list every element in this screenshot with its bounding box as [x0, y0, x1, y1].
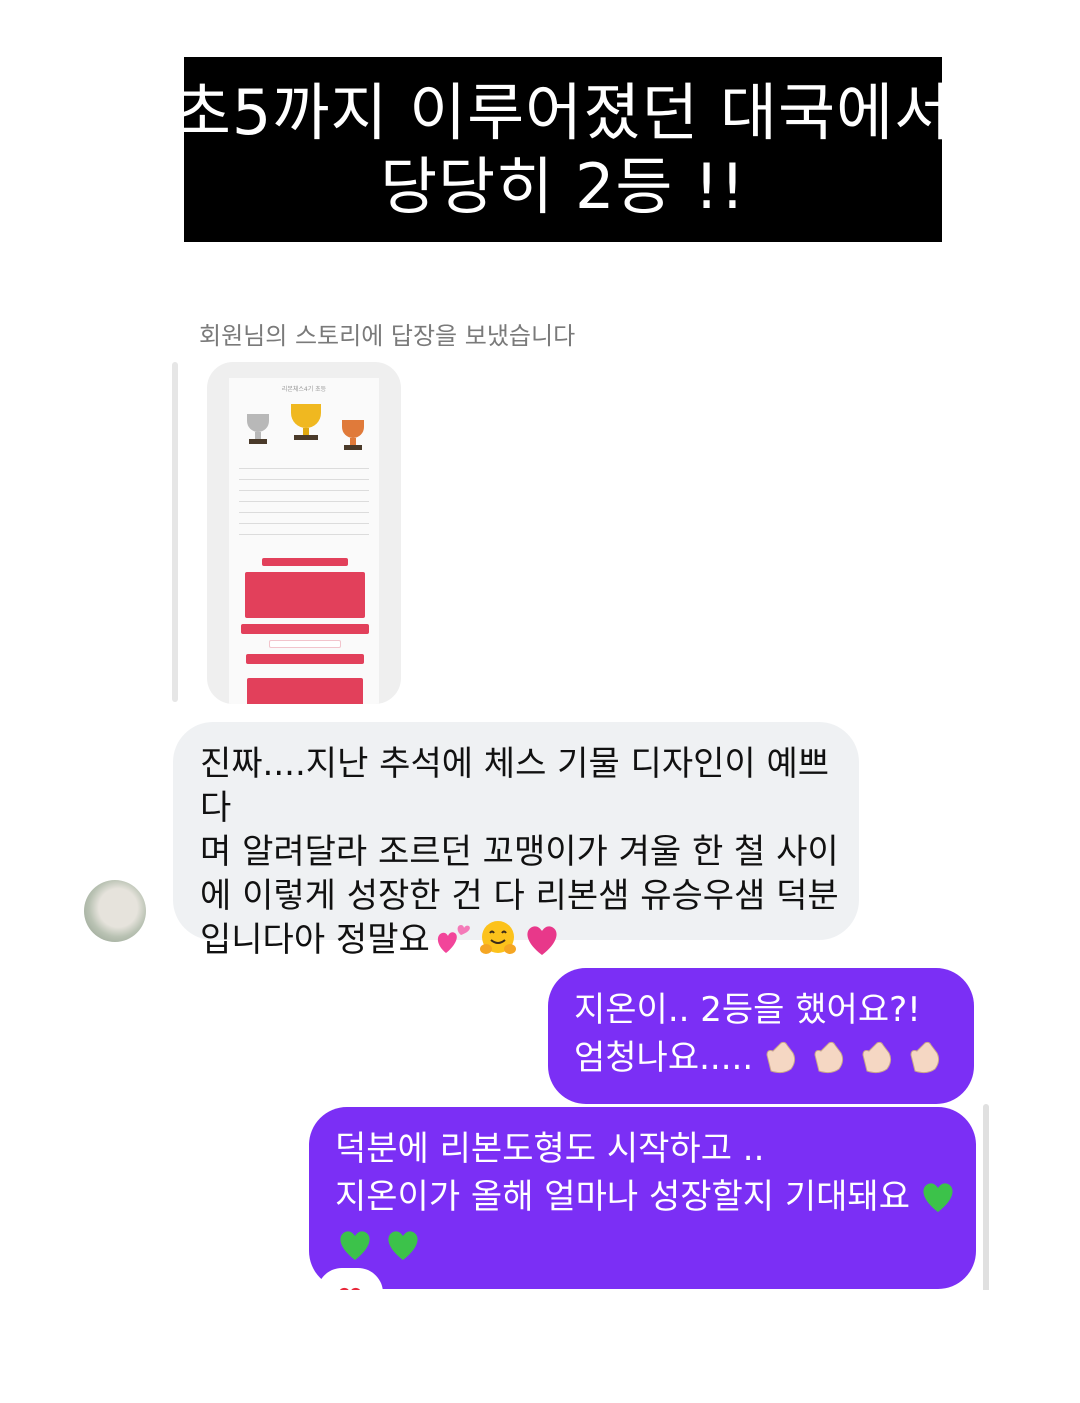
sent-message-bubble[interactable]: 덕분에 리본도형도 시작하고 .. 지온이가 올해 얼마나 성장할지 기대돼요	[309, 1107, 976, 1289]
silver-trophy-icon	[247, 414, 269, 444]
story-title: 리본체스4기 초등	[281, 386, 327, 393]
clapping-hands-icon	[814, 1041, 844, 1074]
sent-message-bubble[interactable]: 지온이.. 2등을 했어요?! 엄청나요.....	[548, 968, 974, 1104]
title-banner: 초5까지 이루어졌던 대국에서 당당히 2등 !!	[174, 57, 951, 242]
sent-message-text: 엄청나요.....	[574, 1038, 754, 1078]
bronze-trophy-icon	[342, 420, 364, 450]
reply-quote-bar	[172, 362, 178, 702]
story-text-stickers	[241, 558, 369, 704]
clapping-hands-icon	[862, 1041, 892, 1074]
sent-message-line: 엄청나요.....	[574, 1034, 945, 1082]
story-thumbnail[interactable]: 리본체스4기 초등	[207, 362, 401, 704]
green-heart-icon	[340, 1231, 370, 1260]
sent-message-line: 덕분에 리본도형도 시작하고 ..	[335, 1129, 765, 1169]
clapping-hands-icon	[910, 1041, 940, 1074]
sent-message-line	[335, 1221, 423, 1269]
sent-message-line: 지온이.. 2등을 했어요?!	[574, 990, 921, 1030]
story-reply-notice: 회원님의 스토리에 답장을 보냈습니다	[199, 322, 576, 350]
received-message-body: 진짜....지난 추석에 체스 기물 디자인이 예쁘다 며 알려달라 조르던 꼬…	[200, 744, 839, 960]
sender-avatar[interactable]	[84, 880, 146, 942]
standings-table	[239, 468, 369, 545]
received-message-text: 진짜....지난 추석에 체스 기물 디자인이 예쁘다 며 알려달라 조르던 꼬…	[200, 742, 850, 962]
pink-heart-icon	[527, 926, 557, 955]
scrollbar[interactable]	[983, 1104, 989, 1299]
received-message-bubble[interactable]: 진짜....지난 추석에 체스 기물 디자인이 예쁘다 며 알려달라 조르던 꼬…	[173, 722, 859, 960]
clapping-hands-icon	[766, 1041, 796, 1074]
green-heart-icon	[923, 1183, 953, 1212]
sent-message-text: 지온이가 올해 얼마나 성장할지 기대돼요	[335, 1177, 910, 1217]
two-hearts-icon	[437, 925, 470, 953]
hugging-face-icon	[479, 921, 516, 954]
sent-message-line: 지온이가 올해 얼마나 성장할지 기대돼요	[335, 1173, 958, 1221]
gold-trophy-icon	[291, 404, 321, 440]
banner-line-2: 당당히 2등 !!	[380, 149, 746, 223]
green-heart-icon	[388, 1231, 418, 1260]
crop-edge	[300, 1290, 1000, 1403]
banner-line-1: 초5까지 이루어졌던 대국에서	[173, 75, 953, 149]
story-screenshot: 리본체스4기 초등	[229, 378, 379, 704]
